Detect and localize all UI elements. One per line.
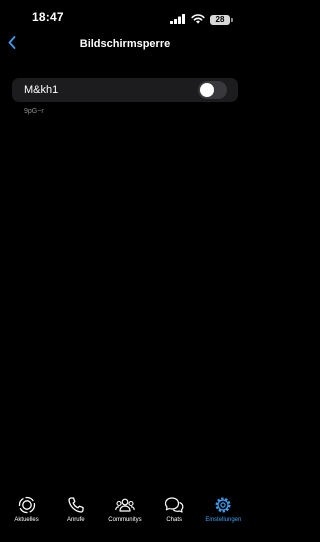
setting-label: M&kh1 <box>24 84 59 96</box>
settings-icon <box>213 496 233 514</box>
wifi-icon <box>191 11 205 29</box>
setting-row: M&kh1 <box>12 78 238 102</box>
tab-label: Anrufe <box>66 517 85 523</box>
tab-einstellungen[interactable]: Einstellungen <box>199 490 247 523</box>
battery-icon: 28 <box>210 15 233 25</box>
tab-anrufe[interactable]: Anrufe <box>52 490 100 523</box>
tab-chats[interactable]: Chats <box>150 490 198 523</box>
tab-label: Chats <box>166 517 182 523</box>
nav-header: Bildschirmsperre <box>0 34 250 56</box>
tab-label: Communitys <box>108 517 142 523</box>
tab-aktuelles[interactable]: Aktuelles <box>3 490 51 523</box>
status-icons: 28 <box>170 11 233 29</box>
setting-toggle[interactable] <box>198 81 227 99</box>
status-bar: 18:47 28 <box>0 0 250 34</box>
tab-label: Aktuelles <box>14 517 39 523</box>
toggle-knob <box>200 83 214 97</box>
tab-label: Einstellungen <box>205 517 242 523</box>
communities-icon <box>115 496 135 514</box>
chats-icon <box>164 496 184 514</box>
page-title: Bildschirmsperre <box>79 38 171 50</box>
setting-note: 9pG~r <box>24 108 44 115</box>
updates-icon <box>17 496 37 514</box>
status-time: 18:47 <box>32 10 64 24</box>
tab-communitys[interactable]: Communitys <box>101 490 149 523</box>
tab-bar: Aktuelles Anrufe Communitys Chats Einste… <box>0 490 250 542</box>
phone-icon <box>66 496 86 514</box>
signal-icon <box>170 11 186 29</box>
